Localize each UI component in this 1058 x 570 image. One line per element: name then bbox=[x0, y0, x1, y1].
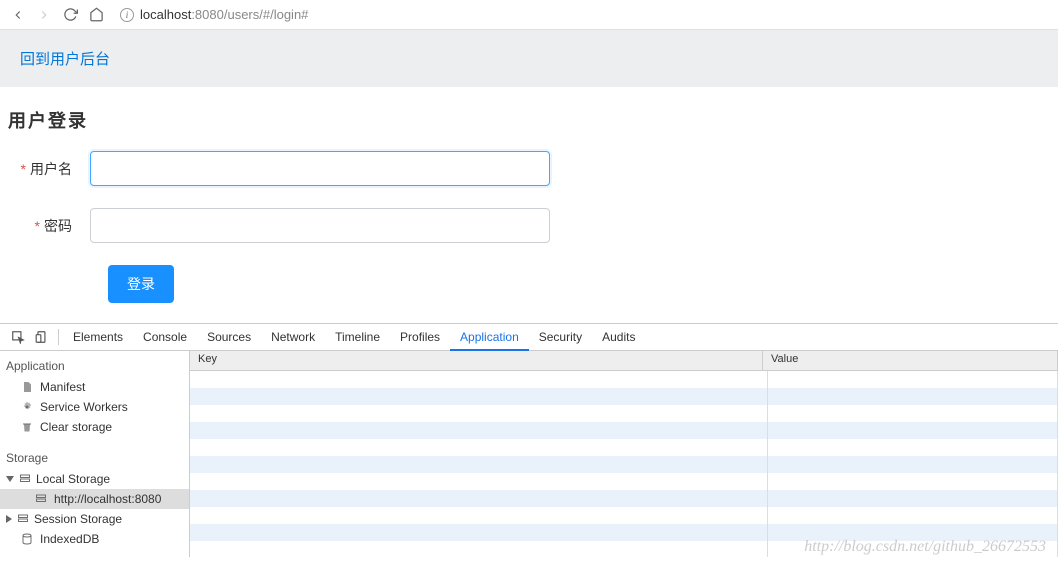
device-toggle-icon[interactable] bbox=[30, 327, 54, 347]
table-row[interactable] bbox=[190, 371, 1058, 388]
table-row[interactable] bbox=[190, 439, 1058, 456]
sidebar-item-clear-storage[interactable]: Clear storage bbox=[0, 417, 189, 437]
inspect-element-icon[interactable] bbox=[6, 327, 30, 347]
sidebar-item-label: Service Workers bbox=[40, 400, 128, 414]
column-header-key[interactable]: Key bbox=[190, 351, 763, 370]
back-to-dashboard-link[interactable]: 回到用户后台 bbox=[20, 51, 110, 68]
storage-icon bbox=[34, 492, 48, 506]
table-row[interactable] bbox=[190, 405, 1058, 422]
gear-icon bbox=[20, 400, 34, 414]
tab-profiles[interactable]: Profiles bbox=[390, 324, 450, 351]
devtools-tabs: Elements Console Sources Network Timelin… bbox=[0, 324, 1058, 351]
username-row: 用户名 bbox=[0, 151, 1058, 186]
database-icon bbox=[20, 532, 34, 546]
chevron-right-icon bbox=[6, 515, 12, 523]
table-row[interactable] bbox=[190, 473, 1058, 490]
username-label: 用户名 bbox=[0, 159, 90, 179]
password-row: 密码 bbox=[0, 208, 1058, 243]
sidebar-item-indexeddb[interactable]: IndexedDB bbox=[0, 529, 189, 549]
tab-sources[interactable]: Sources bbox=[197, 324, 261, 351]
login-button[interactable]: 登录 bbox=[108, 265, 174, 303]
column-header-value[interactable]: Value bbox=[763, 351, 1058, 370]
sidebar-item-label: Manifest bbox=[40, 380, 85, 394]
address-bar[interactable]: i localhost:8080/users/#/login# bbox=[114, 5, 1048, 24]
sidebar-heading-application: Application bbox=[0, 355, 189, 377]
storage-table-header: Key Value bbox=[190, 351, 1058, 371]
sidebar-heading-storage: Storage bbox=[0, 447, 189, 469]
table-row[interactable] bbox=[190, 422, 1058, 439]
devtools-body: Application Manifest Service Workers Cle… bbox=[0, 351, 1058, 557]
sidebar-item-label: Local Storage bbox=[36, 472, 110, 486]
sidebar-item-service-workers[interactable]: Service Workers bbox=[0, 397, 189, 417]
table-row[interactable] bbox=[190, 490, 1058, 507]
tab-audits[interactable]: Audits bbox=[592, 324, 645, 351]
tab-application[interactable]: Application bbox=[450, 324, 529, 351]
tab-elements[interactable]: Elements bbox=[63, 324, 133, 351]
storage-icon bbox=[18, 472, 32, 486]
sidebar-item-manifest[interactable]: Manifest bbox=[0, 377, 189, 397]
home-button[interactable] bbox=[88, 7, 104, 23]
devtools-main: Key Value bbox=[190, 351, 1058, 557]
table-row[interactable] bbox=[190, 388, 1058, 405]
site-info-icon[interactable]: i bbox=[120, 8, 134, 22]
tab-timeline[interactable]: Timeline bbox=[325, 324, 390, 351]
devtools-panel: Elements Console Sources Network Timelin… bbox=[0, 323, 1058, 557]
sidebar-item-local-storage[interactable]: Local Storage bbox=[0, 469, 189, 489]
tab-network[interactable]: Network bbox=[261, 324, 325, 351]
url-text: localhost:8080/users/#/login# bbox=[140, 7, 308, 22]
chevron-down-icon bbox=[6, 476, 14, 482]
devtools-sidebar: Application Manifest Service Workers Cle… bbox=[0, 351, 190, 557]
storage-table-rows bbox=[190, 371, 1058, 557]
back-button[interactable] bbox=[10, 7, 26, 23]
password-label: 密码 bbox=[0, 216, 90, 236]
page-title: 用户登录 bbox=[8, 107, 1058, 133]
browser-toolbar: i localhost:8080/users/#/login# bbox=[0, 0, 1058, 30]
sidebar-item-session-storage[interactable]: Session Storage bbox=[0, 509, 189, 529]
sidebar-item-local-storage-origin[interactable]: http://localhost:8080 bbox=[0, 489, 189, 509]
tab-console[interactable]: Console bbox=[133, 324, 197, 351]
tab-security[interactable]: Security bbox=[529, 324, 592, 351]
trash-icon bbox=[20, 420, 34, 434]
storage-icon bbox=[16, 512, 30, 526]
table-row[interactable] bbox=[190, 541, 1058, 557]
table-row[interactable] bbox=[190, 524, 1058, 541]
banner: 回到用户后台 bbox=[0, 30, 1058, 87]
table-row[interactable] bbox=[190, 456, 1058, 473]
forward-button[interactable] bbox=[36, 7, 52, 23]
sidebar-item-label: Clear storage bbox=[40, 420, 112, 434]
table-row[interactable] bbox=[190, 507, 1058, 524]
reload-button[interactable] bbox=[62, 7, 78, 23]
file-icon bbox=[20, 380, 34, 394]
password-input[interactable] bbox=[90, 208, 550, 243]
divider bbox=[58, 329, 59, 345]
sidebar-item-label: Session Storage bbox=[34, 512, 122, 526]
sidebar-item-label: IndexedDB bbox=[40, 532, 99, 546]
page-content: 回到用户后台 用户登录 用户名 密码 登录 bbox=[0, 30, 1058, 303]
sidebar-item-label: http://localhost:8080 bbox=[54, 492, 161, 506]
username-input[interactable] bbox=[90, 151, 550, 186]
